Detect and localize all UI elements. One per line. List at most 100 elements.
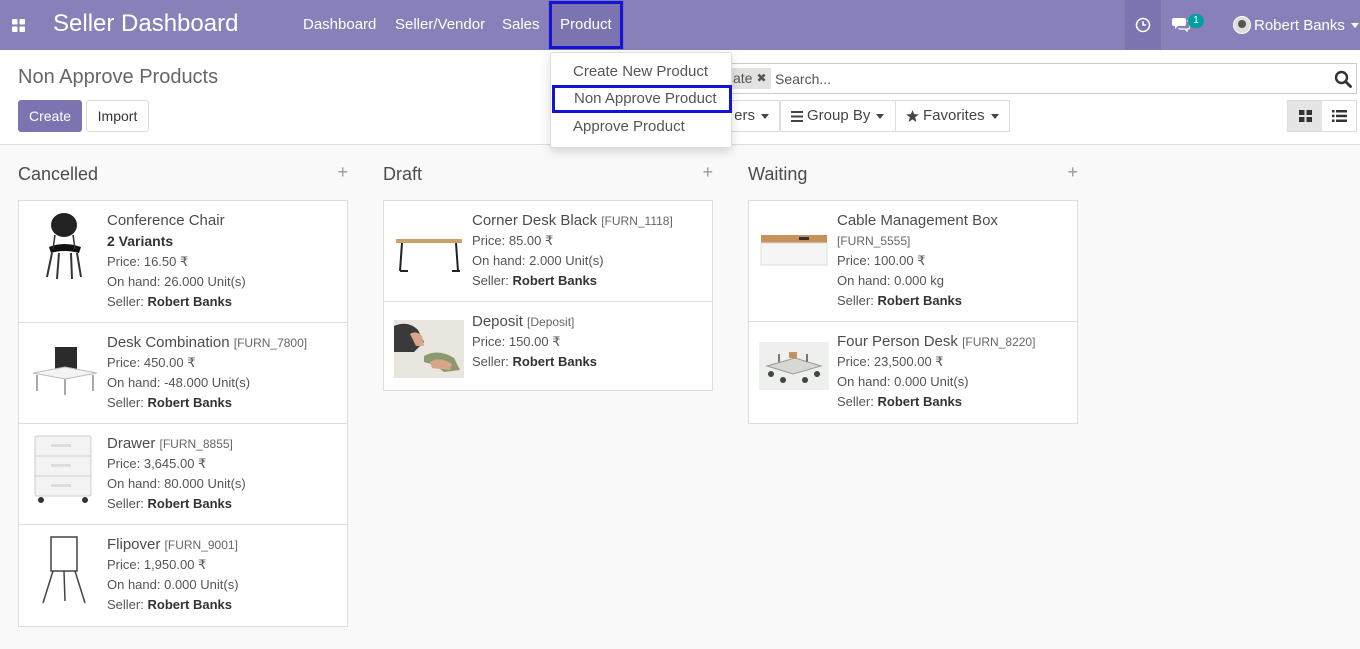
add-icon[interactable]: +	[1067, 162, 1078, 183]
product-name: Drawer	[107, 435, 156, 452]
product-onhand: On hand: 0.000 Unit(s)	[837, 374, 969, 389]
column-title: Waiting	[748, 164, 808, 184]
group-by-label: Group By	[807, 107, 871, 124]
chevron-down-icon	[990, 113, 999, 119]
user-menu[interactable]: Robert Banks	[1233, 15, 1359, 35]
product-card[interactable]: Flipover [FURN_9001] Price: 1,950.00 ₹ O…	[19, 525, 347, 626]
search-bar: ate ✖	[700, 63, 1357, 94]
product-image-cable-box	[759, 211, 829, 281]
star-icon	[906, 110, 919, 122]
nav-menu-product[interactable]: Product	[548, 0, 624, 50]
search-icon[interactable]	[1334, 70, 1352, 88]
product-ref: [Deposit]	[527, 315, 575, 329]
activity-clock-icon[interactable]	[1125, 0, 1161, 50]
seller-label: Seller:	[107, 395, 144, 410]
user-name: Robert Banks	[1254, 16, 1345, 34]
view-switcher	[1287, 100, 1357, 132]
product-onhand: On hand: 0.000 kg	[837, 273, 944, 288]
product-price: Price: 100.00 ₹	[837, 253, 926, 268]
nav-menu-sales[interactable]: Sales	[502, 0, 540, 50]
search-facet: ate ✖	[727, 68, 771, 89]
product-price: Price: 1,950.00 ₹	[107, 557, 207, 572]
product-price: Price: 150.00 ₹	[472, 334, 561, 349]
product-card[interactable]: Corner Desk Black [FURN_1118] Price: 85.…	[384, 201, 712, 302]
seller-name: Robert Banks	[147, 395, 233, 410]
filters-label: ers	[734, 107, 755, 124]
product-dropdown-menu: Create New Product Non Approve Product A…	[550, 52, 732, 148]
product-image-chair	[29, 211, 99, 281]
user-avatar	[1233, 16, 1251, 34]
seller-label: Seller:	[107, 294, 144, 309]
product-price: Price: 23,500.00 ₹	[837, 354, 944, 369]
product-name: Corner Desk Black	[472, 212, 598, 229]
product-card[interactable]: Cable Management Box [FURN_5555] Price: …	[749, 201, 1077, 322]
favorites-button[interactable]: Favorites	[895, 100, 1010, 132]
kanban-view-icon[interactable]	[1288, 101, 1322, 131]
product-card[interactable]: Conference Chair 2 Variants Price: 16.50…	[19, 201, 347, 323]
top-navbar: Seller Dashboard Dashboard Seller/Vendor…	[0, 0, 1360, 50]
card-list: Cable Management Box [FURN_5555] Price: …	[748, 200, 1078, 424]
product-ref: [FURN_8220]	[962, 335, 1036, 349]
product-variants: 2 Variants	[107, 233, 174, 249]
product-card[interactable]: Desk Combination [FURN_7800] Price: 450.…	[19, 323, 347, 424]
card-list: Corner Desk Black [FURN_1118] Price: 85.…	[383, 200, 713, 391]
messaging-chat-icon[interactable]: 1	[1172, 14, 1204, 34]
list-bars-icon	[791, 110, 803, 122]
menu-item-create-new-product[interactable]: Create New Product	[551, 58, 731, 86]
column-title: Cancelled	[18, 164, 99, 184]
list-view-icon[interactable]	[1322, 101, 1356, 131]
product-onhand: On hand: -48.000 Unit(s)	[107, 375, 251, 390]
product-card[interactable]: Drawer [FURN_8855] Price: 3,645.00 ₹ On …	[19, 424, 347, 525]
product-ref: [FURN_8855]	[159, 437, 233, 451]
product-name: Deposit	[472, 313, 523, 330]
product-ref: [FURN_5555]	[837, 234, 911, 248]
nav-menu-seller-vendor[interactable]: Seller/Vendor	[395, 0, 485, 50]
product-onhand: On hand: 80.000 Unit(s)	[107, 476, 246, 491]
product-ref: [FURN_1118]	[601, 214, 673, 228]
product-image-corner-desk	[394, 211, 464, 281]
product-image-desk-combination	[29, 333, 99, 403]
seller-name: Robert Banks	[147, 496, 233, 511]
product-onhand: On hand: 26.000 Unit(s)	[107, 274, 246, 289]
group-by-button[interactable]: Group By	[780, 100, 896, 132]
product-onhand: On hand: 2.000 Unit(s)	[472, 253, 604, 268]
product-ref: [FURN_7800]	[233, 336, 308, 350]
product-card[interactable]: Deposit [Deposit] Price: 150.00 ₹ Seller…	[384, 302, 712, 390]
product-name: Four Person Desk	[837, 333, 958, 350]
chat-count-badge: 1	[1188, 14, 1204, 28]
seller-label: Seller:	[472, 273, 509, 288]
chevron-down-icon	[1350, 22, 1359, 28]
close-icon[interactable]: ✖	[756, 68, 766, 89]
seller-label: Seller:	[107, 597, 144, 612]
menu-item-approve-product[interactable]: Approve Product	[551, 113, 731, 141]
product-price: Price: 450.00 ₹	[107, 355, 196, 370]
seller-name: Robert Banks	[512, 354, 598, 369]
product-name: Flipover	[107, 536, 161, 553]
product-image-deposit	[394, 312, 464, 382]
chevron-down-icon	[876, 113, 885, 119]
seller-label: Seller:	[837, 293, 874, 308]
product-image-four-person-desk	[759, 332, 829, 402]
import-button[interactable]: Import	[86, 100, 149, 132]
product-name: Conference Chair	[107, 212, 225, 229]
create-button[interactable]: Create	[18, 100, 82, 132]
search-input[interactable]	[775, 68, 1315, 90]
nav-menu-dashboard[interactable]: Dashboard	[303, 0, 376, 50]
product-image-flipover	[29, 535, 99, 605]
apps-menu-icon[interactable]	[0, 0, 36, 50]
seller-name: Robert Banks	[877, 293, 963, 308]
product-price: Price: 3,645.00 ₹	[107, 456, 207, 471]
seller-label: Seller:	[107, 496, 144, 511]
seller-name: Robert Banks	[877, 394, 963, 409]
product-price: Price: 85.00 ₹	[472, 233, 554, 248]
product-onhand: On hand: 0.000 Unit(s)	[107, 577, 239, 592]
add-icon[interactable]: +	[702, 162, 713, 183]
chevron-down-icon	[761, 113, 769, 119]
product-price: Price: 16.50 ₹	[107, 254, 189, 269]
menu-item-non-approve-product[interactable]: Non Approve Product	[552, 85, 732, 113]
product-card[interactable]: Four Person Desk [FURN_8220] Price: 23,5…	[749, 322, 1077, 423]
add-icon[interactable]: +	[337, 162, 348, 183]
app-brand-title: Seller Dashboard	[53, 10, 239, 37]
seller-label: Seller:	[837, 394, 874, 409]
seller-name: Robert Banks	[512, 273, 598, 288]
